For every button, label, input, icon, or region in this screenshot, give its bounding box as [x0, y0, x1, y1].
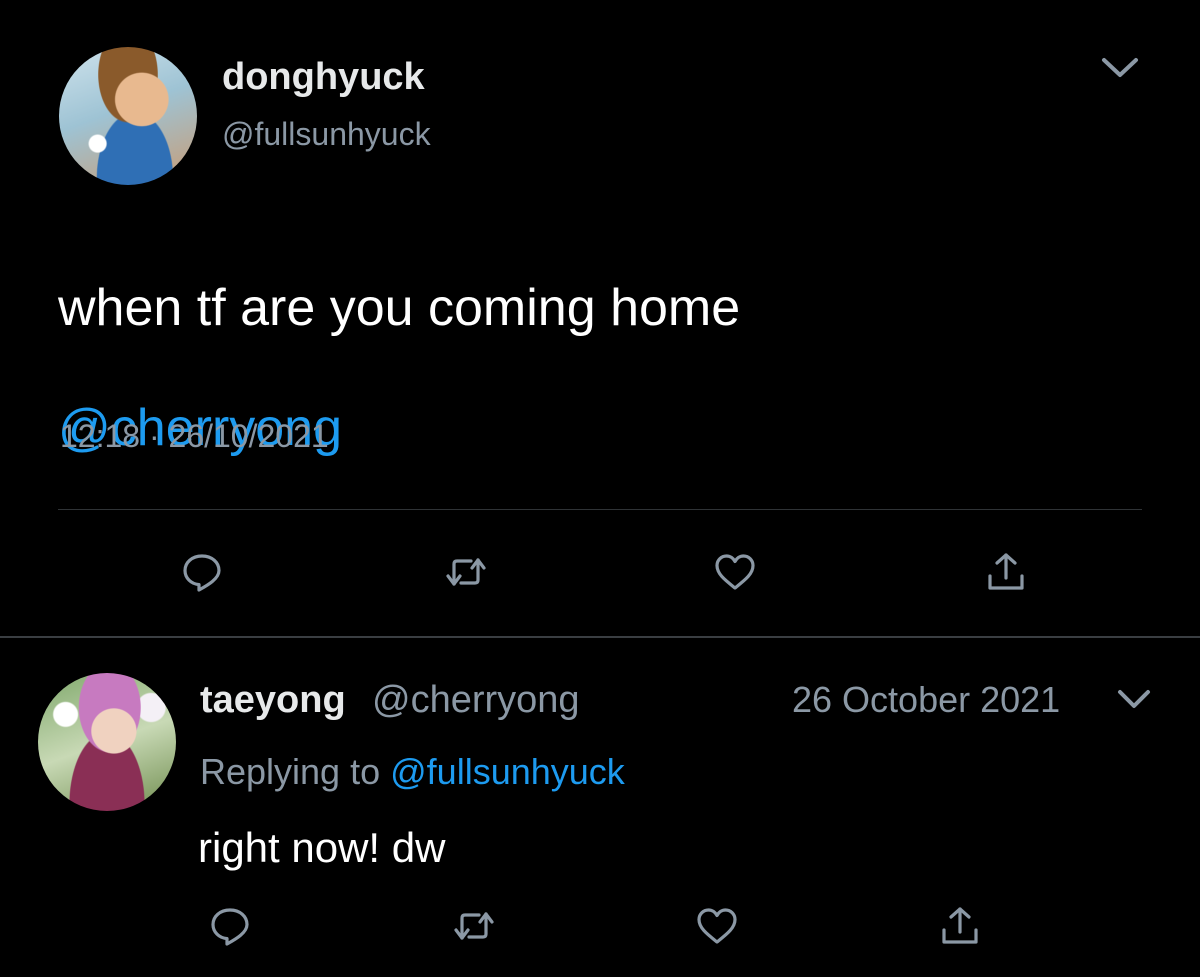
author-avatar[interactable] [59, 47, 197, 185]
divider [58, 509, 1142, 510]
share-button[interactable] [978, 544, 1034, 600]
replying-to-label: Replying to [200, 751, 381, 792]
reply-date: 26 October 2021 [792, 679, 1061, 720]
retweet-icon [446, 558, 486, 586]
tweet-time: 12:18 [60, 418, 141, 454]
divider [0, 636, 1200, 638]
chevron-down-icon[interactable] [1112, 678, 1156, 722]
tweet-timestamp: 12:18 · 26/10/2021 [60, 416, 329, 456]
author-display-name[interactable]: donghyuck [222, 54, 425, 100]
like-button[interactable] [689, 898, 745, 954]
reply-icon [183, 554, 221, 592]
timestamp-separator: · [148, 418, 160, 454]
reply-author-avatar[interactable] [38, 673, 176, 811]
reply-icon [211, 908, 249, 946]
author-handle[interactable]: @fullsunhyuck [222, 114, 431, 154]
share-button[interactable] [932, 898, 988, 954]
share-icon [988, 553, 1024, 590]
replying-to-line: Replying to @fullsunhyuck [200, 750, 625, 794]
reply-button[interactable] [202, 898, 258, 954]
retweet-button[interactable] [446, 898, 502, 954]
retweet-icon [454, 912, 494, 940]
like-button[interactable] [707, 544, 763, 600]
reply-author-display-name[interactable]: taeyong [200, 677, 346, 723]
reply-text: right now! dw [198, 824, 446, 871]
chevron-down-icon[interactable] [1098, 46, 1142, 90]
reply-button[interactable] [174, 544, 230, 600]
replying-to-link[interactable]: @fullsunhyuck [390, 751, 625, 792]
like-icon [697, 908, 737, 944]
like-icon [715, 554, 755, 590]
reply-author-handle[interactable]: @cherryong [372, 677, 580, 723]
tweet-date: 26/10/2021 [168, 418, 329, 454]
share-icon [942, 907, 978, 944]
retweet-button[interactable] [438, 544, 494, 600]
tweet-text-line: when tf are you coming home [58, 279, 741, 337]
tweet-text: when tf are you coming home @cherryong [58, 218, 1158, 518]
